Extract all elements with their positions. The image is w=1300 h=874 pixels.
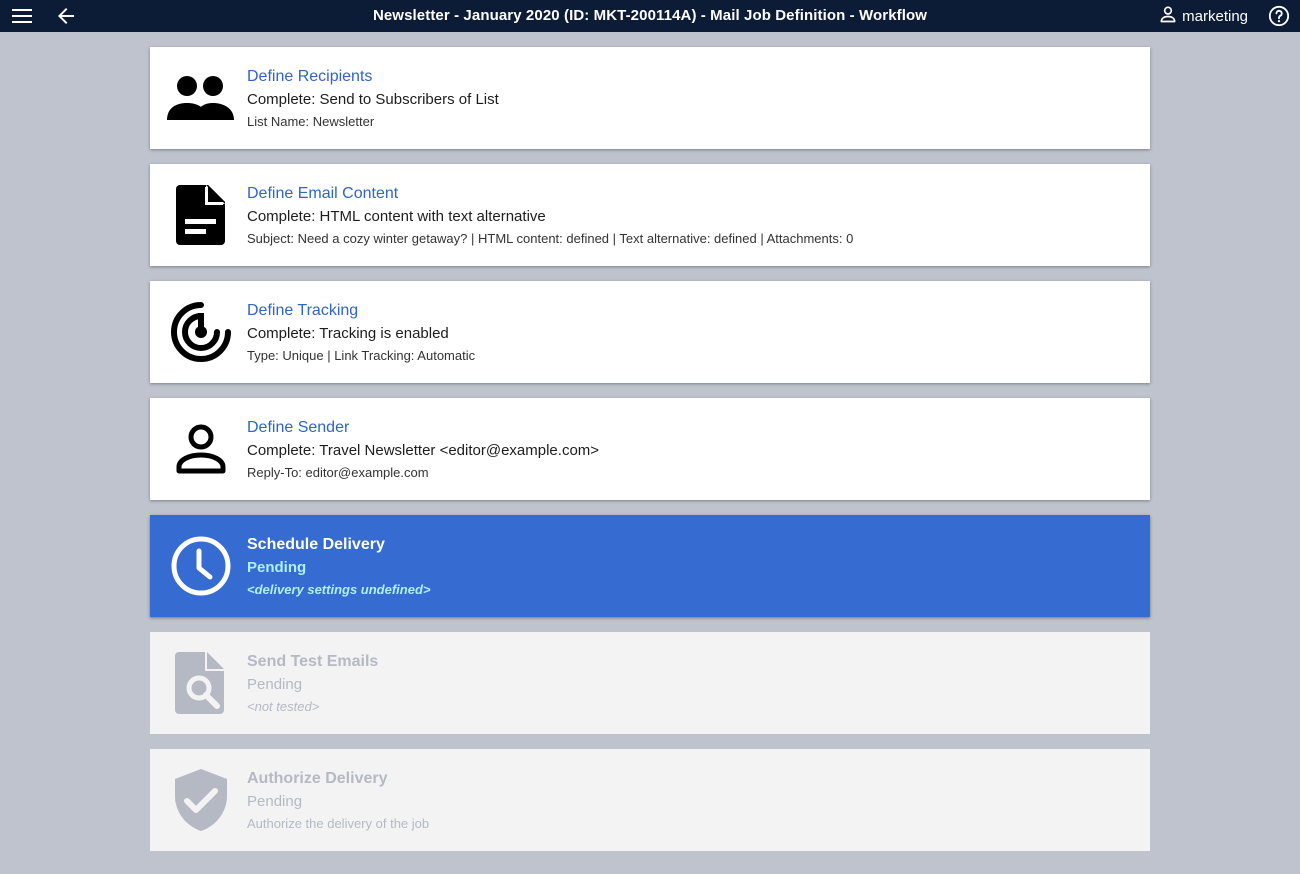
step-heading: Authorize Delivery (247, 770, 388, 787)
step-detail: List Name: Newsletter (247, 114, 375, 129)
step-detail: <not tested> (247, 699, 320, 714)
step-detail: <delivery settings undefined> (247, 582, 431, 597)
step-authorize-delivery: Authorize Delivery Pending Authorize the… (150, 749, 1150, 851)
step-heading: Define Email Content (247, 185, 399, 202)
step-detail: Reply-To: editor@example.com (247, 465, 429, 480)
step-detail: Subject: Need a cozy winter getaway? | H… (247, 231, 854, 246)
shield-check-icon (166, 768, 236, 832)
step-status: Complete: Send to Subscribers of List (247, 91, 499, 108)
user-menu[interactable]: marketing (1158, 0, 1248, 32)
step-heading: Send Test Emails (247, 653, 379, 670)
clock-icon (166, 534, 236, 598)
step-define-email-content[interactable]: Define Email Content Complete: HTML cont… (150, 164, 1150, 266)
step-heading: Define Recipients (247, 68, 373, 85)
step-status: Complete: HTML content with text alterna… (247, 208, 546, 225)
step-heading: Define Tracking (247, 302, 359, 319)
step-define-recipients[interactable]: Define Recipients Complete: Send to Subs… (150, 47, 1150, 149)
user-name: marketing (1182, 7, 1248, 25)
step-status: Complete: Travel Newsletter <editor@exam… (247, 442, 600, 459)
step-send-test-emails: Send Test Emails Pending <not tested> (150, 632, 1150, 734)
document-icon (166, 183, 236, 247)
user-icon (1158, 4, 1178, 28)
person-icon (166, 417, 236, 481)
step-status: Complete: Tracking is enabled (247, 325, 449, 342)
radar-icon (166, 300, 236, 364)
step-status: Pending (247, 793, 303, 810)
step-detail: Authorize the delivery of the job (247, 816, 430, 831)
menu-icon[interactable] (10, 4, 34, 28)
top-bar: Newsletter - January 2020 (ID: MKT-20011… (0, 0, 1300, 32)
step-heading: Schedule Delivery (247, 536, 385, 553)
step-define-sender[interactable]: Define Sender Complete: Travel Newslette… (150, 398, 1150, 500)
step-define-tracking[interactable]: Define Tracking Complete: Tracking is en… (150, 281, 1150, 383)
help-icon[interactable] (1268, 5, 1290, 27)
file-search-icon (166, 651, 236, 715)
step-status: Pending (247, 559, 307, 576)
people-icon (166, 66, 236, 130)
step-schedule-delivery[interactable]: Schedule Delivery Pending <delivery sett… (150, 515, 1150, 617)
step-detail: Type: Unique | Link Tracking: Automatic (247, 348, 476, 363)
step-status: Pending (247, 676, 303, 693)
arrow-left-icon[interactable] (54, 4, 78, 28)
step-heading: Define Sender (247, 419, 350, 436)
page-title: Newsletter - January 2020 (ID: MKT-20011… (372, 7, 928, 24)
